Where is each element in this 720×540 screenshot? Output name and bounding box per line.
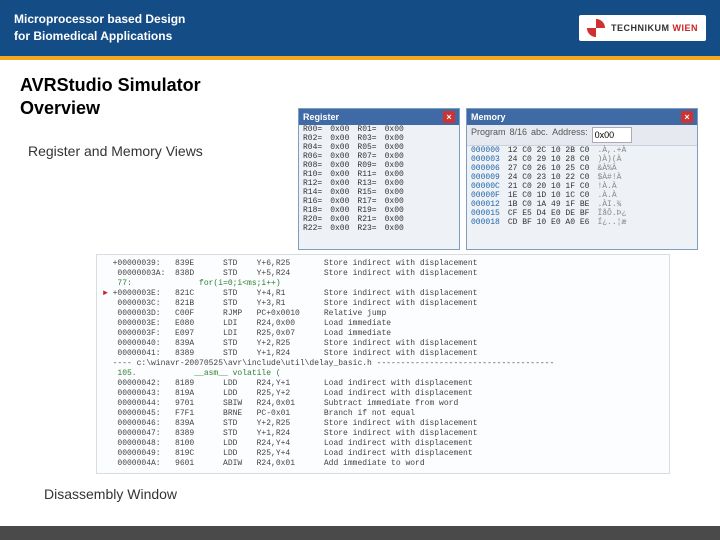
list-item: 00000043: 819A LDD R25,Y+2 Load indirect…: [103, 389, 663, 399]
logo-text: TECHNIKUM WIEN: [611, 23, 698, 33]
list-item: 00000045: F7F1 BRNE PC-0x01 Branch if no…: [103, 409, 663, 419]
register-table: R00=0x00R01=0x00R02=0x00R03=0x00R04=0x00…: [299, 125, 408, 233]
table-row: R10=0x00R11=0x00: [299, 170, 408, 179]
memory-select[interactable]: Program: [471, 127, 506, 143]
table-row: 00000F1E C0 1D 10 1C C0.À.À: [467, 191, 630, 200]
table-row: R16=0x00R17=0x00: [299, 197, 408, 206]
table-row: R02=0x00R03=0x00: [299, 134, 408, 143]
list-item: 00000041: 8389 STD Y+1,R24 Store indirec…: [103, 349, 663, 359]
table-row: 000018CD BF 10 E0 A0 E6Í¿..¦æ: [467, 218, 630, 227]
list-item: 77: for(i=0;i<ms;i++): [103, 279, 663, 289]
list-item: 00000048: 8100 LDD R24,Y+4 Load indirect…: [103, 439, 663, 449]
list-item: 00000049: 819C LDD R25,Y+4 Load indirect…: [103, 449, 663, 459]
logo-icon: [587, 19, 605, 37]
table-row: R08=0x00R09=0x00: [299, 161, 408, 170]
memory-panel-title: Memory ×: [467, 109, 697, 125]
table-row: R04=0x00R05=0x00: [299, 143, 408, 152]
header-line2: for Biomedical Applications: [14, 28, 185, 45]
table-row: 0000121B C0 1A 49 1F BE.ÀI.¾: [467, 200, 630, 209]
table-row: R00=0x00R01=0x00: [299, 125, 408, 134]
table-row: R18=0x00R19=0x00: [299, 206, 408, 215]
table-row: 00000324 C0 29 10 28 C0)À)(À: [467, 155, 630, 164]
table-row: 000015CF E5 D4 E0 DE BFÏåÔ.Þ¿: [467, 209, 630, 218]
header-line1: Microprocessor based Design: [14, 11, 185, 28]
list-item: +00000039: 839E STD Y+6,R25 Store indire…: [103, 259, 663, 269]
disassembly-window: +00000039: 839E STD Y+6,R25 Store indire…: [96, 254, 670, 474]
list-item: 00000047: 8389 STD Y+1,R24 Store indirec…: [103, 429, 663, 439]
close-icon[interactable]: ×: [681, 111, 693, 123]
table-row: 00000924 C0 23 10 22 C0$À#!À: [467, 173, 630, 182]
header-bar: Microprocessor based Design for Biomedic…: [0, 0, 720, 56]
memory-ascii-toggle[interactable]: abc.: [531, 127, 548, 143]
header-title: Microprocessor based Design for Biomedic…: [14, 11, 185, 45]
list-item: 00000003A: 838D STD Y+5,R24 Store indire…: [103, 269, 663, 279]
section-label-disassembly: Disassembly Window: [44, 486, 177, 502]
list-item: 105. __asm__ volatile (: [103, 369, 663, 379]
logo: TECHNIKUM WIEN: [579, 15, 706, 41]
table-row: R12=0x00R13=0x00: [299, 179, 408, 188]
table-row: R14=0x00R15=0x00: [299, 188, 408, 197]
close-icon[interactable]: ×: [443, 111, 455, 123]
list-item: 0000003F: E097 LDI R25,0x07 Load immedia…: [103, 329, 663, 339]
memory-panel: Memory × Program 8/16 abc. Address: 0000…: [466, 108, 698, 250]
table-row: 00000627 C0 26 10 25 C0&À%À: [467, 164, 630, 173]
table-row: 00000012 C0 2C 10 2B C0.À,.+À: [467, 146, 630, 155]
list-item: 00000040: 839A STD Y+2,R25 Store indirec…: [103, 339, 663, 349]
list-item: 00000042: 8189 LDD R24,Y+1 Load indirect…: [103, 379, 663, 389]
table-row: R20=0x00R21=0x00: [299, 215, 408, 224]
footer-strip: [0, 526, 720, 540]
list-item: 0000003D: C00F RJMP PC+0x0010 Relative j…: [103, 309, 663, 319]
register-panel: Register × R00=0x00R01=0x00R02=0x00R03=0…: [298, 108, 460, 250]
memory-span[interactable]: 8/16: [510, 127, 528, 143]
table-row: R06=0x00R07=0x00: [299, 152, 408, 161]
table-row: 00000C21 C0 20 10 1F C0!À.À: [467, 182, 630, 191]
list-item: 0000004A: 9601 ADIW R24,0x01 Add immedia…: [103, 459, 663, 469]
list-item: 0000003E: E080 LDI R24,0x00 Load immedia…: [103, 319, 663, 329]
memory-toolbar: Program 8/16 abc. Address:: [467, 125, 697, 146]
memory-addr-input[interactable]: [592, 127, 632, 143]
memory-addr-label: Address:: [552, 127, 588, 143]
list-item: 00000044: 9701 SBIW R24,0x01 Subtract im…: [103, 399, 663, 409]
memory-table: 00000012 C0 2C 10 2B C0.À,.+À00000324 C0…: [467, 146, 630, 227]
list-item: ► +0000003E: 821C STD Y+4,R1 Store indir…: [103, 289, 663, 299]
list-item: 00000046: 839A STD Y+2,R25 Store indirec…: [103, 419, 663, 429]
list-item: 0000003C: 821B STD Y+3,R1 Store indirect…: [103, 299, 663, 309]
table-row: R22=0x00R23=0x00: [299, 224, 408, 233]
register-panel-title: Register ×: [299, 109, 459, 125]
list-item: ---- c:\winavr-20070525\avr\include\util…: [103, 359, 663, 369]
